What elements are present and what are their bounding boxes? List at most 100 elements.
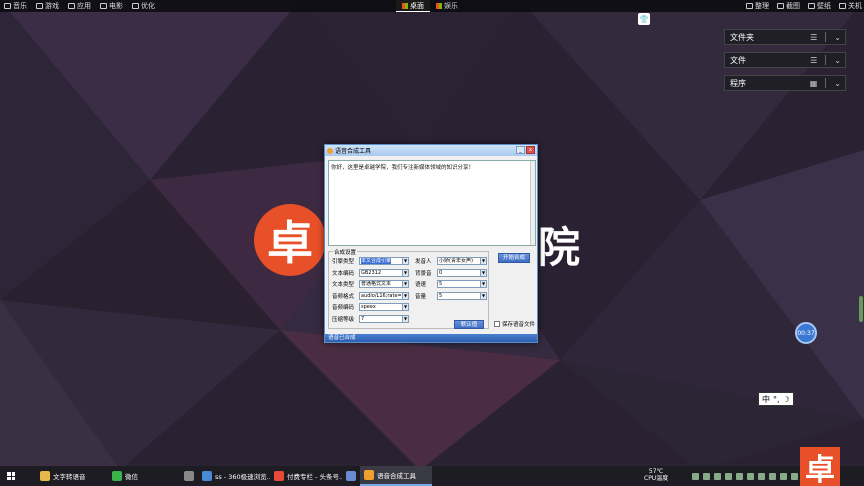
chevron-down-icon[interactable]: ▼ (480, 258, 486, 264)
topbar-item-1[interactable]: 游戏 (36, 1, 59, 11)
taskbar-item-4[interactable]: 付费专栏 - 头条号... (270, 466, 342, 486)
top-bar: 音乐 游戏 应用 电影 优化 桌面 娱乐 整理 截图 壁纸 关机 (0, 0, 864, 12)
select-1[interactable]: GB2312 ▼ (359, 268, 409, 277)
tray-icon[interactable] (791, 472, 798, 480)
tray-icon[interactable] (725, 472, 732, 480)
chevron-down-icon[interactable]: ▼ (480, 292, 486, 299)
fence-files[interactable]: 文件 ☰ ⌄ (724, 52, 846, 68)
ime-lang[interactable]: 中 (762, 394, 770, 405)
tray-icon[interactable] (736, 472, 743, 480)
ime-toolbar[interactable]: 中 °, ☽ (758, 392, 794, 406)
cpu-temp: 57℃ CPU温度 (644, 468, 668, 482)
minimize-button[interactable]: _ (516, 146, 525, 154)
tray-icon[interactable] (769, 472, 776, 480)
list-icon[interactable]: ☰ (810, 33, 817, 42)
default-button[interactable]: 默认值 (454, 320, 484, 329)
taskbar-item-2[interactable] (180, 466, 198, 486)
topbar-right-item-0[interactable]: 整理 (746, 1, 769, 11)
tray-icon[interactable] (692, 472, 699, 480)
app-icon (364, 470, 374, 480)
list-icon[interactable]: ☰ (810, 56, 817, 65)
side-handle[interactable] (859, 296, 863, 322)
topbar-item-2[interactable]: 应用 (68, 1, 91, 11)
chevron-down-icon[interactable]: ▼ (480, 269, 486, 276)
close-button[interactable]: x (526, 146, 535, 154)
select-4[interactable]: speex ▼ (359, 303, 409, 311)
select-5[interactable]: 7 ▼ (359, 314, 409, 323)
taskbar-item-3[interactable]: ss - 360极速浏览... (198, 466, 270, 486)
music-icon (4, 3, 11, 9)
topbar-item-4[interactable]: 优化 (132, 1, 155, 11)
select-right-0[interactable]: 小娇(青年女声) ▼ (437, 257, 487, 265)
tts-dialog: 语音合成工具 _ x 你好，这里是卓越学院，我们专注新媒体领域的知识分享！ 合成… (324, 144, 538, 343)
cpu-temp-value: 57℃ (648, 468, 664, 475)
chevron-down-icon[interactable]: ▼ (402, 315, 408, 322)
tray-icon[interactable] (747, 472, 754, 480)
app-icon (184, 471, 194, 481)
scrollbar[interactable] (530, 161, 535, 245)
chevron-down-icon[interactable]: ▼ (402, 269, 408, 276)
app-icon (346, 471, 356, 481)
select-right-2[interactable]: 5 ▼ (437, 280, 487, 288)
power-icon (839, 3, 846, 9)
topbar-right-item-3[interactable]: 关机 (839, 1, 862, 11)
taskbar-label: ss - 360极速浏览... (215, 473, 270, 481)
topbar-right-item-1[interactable]: 截图 (777, 1, 800, 11)
select-3[interactable]: audio/L16;rate= ▼ (359, 291, 409, 300)
chevron-down-icon[interactable]: ▼ (402, 292, 408, 299)
tab-icon (402, 2, 408, 9)
tray-icon[interactable] (758, 472, 765, 480)
fence-folders[interactable]: 文件夹 ☰ ⌄ (724, 29, 846, 45)
status-bar: 语音已合成 (325, 334, 537, 342)
select-2[interactable]: 普通格式文本 ▼ (359, 280, 409, 288)
chevron-down-icon[interactable]: ▼ (402, 304, 408, 310)
tshirt-icon[interactable]: 👕 (638, 13, 650, 25)
float-ball[interactable]: 00:37 (795, 322, 817, 344)
rocket-icon (132, 3, 139, 9)
moon-icon[interactable]: ☽ (783, 395, 790, 404)
chevron-down-icon[interactable]: ▼ (402, 258, 408, 264)
select-0[interactable]: 本文合成引擎 ▼ (359, 257, 409, 265)
topbar-item-label: 优化 (141, 2, 155, 10)
tray-icon[interactable] (780, 472, 787, 480)
taskbar-item-6[interactable]: 语音合成工具 (360, 466, 432, 486)
field-label: 音频格式 (332, 293, 355, 300)
topbar-item-0[interactable]: 音乐 (4, 1, 27, 11)
taskbar-item-1[interactable]: 微信 (108, 466, 180, 486)
app-icon (40, 471, 50, 481)
tab-0[interactable]: 桌面 (396, 0, 430, 12)
fence-programs[interactable]: 程序 ▦ ⌄ (724, 75, 846, 91)
topbar-right-label: 壁纸 (817, 2, 831, 10)
topbar-item-3[interactable]: 电影 (100, 1, 123, 11)
start-synthesis-button[interactable]: 开始合成 (498, 253, 530, 263)
windows-start-icon[interactable] (4, 469, 18, 483)
select-right-1[interactable]: 0 ▼ (437, 268, 487, 277)
fence-title: 文件夹 (730, 32, 754, 42)
select-value: 小娇(青年女声) (439, 258, 473, 264)
grid-icon[interactable]: ▦ (810, 79, 818, 88)
taskbar-item-0[interactable]: 文字转语音 (36, 466, 108, 486)
chevron-down-icon[interactable]: ⌄ (834, 33, 841, 42)
chevron-down-icon[interactable]: ▼ (402, 281, 408, 287)
save-audio-checkbox[interactable]: 保存语音文件 (494, 320, 535, 328)
dialog-titlebar[interactable]: 语音合成工具 _ x (325, 145, 537, 156)
fence-title: 文件 (730, 55, 746, 65)
field-label: 文本编码 (332, 270, 355, 277)
taskbar-item-5[interactable] (342, 466, 360, 486)
taskbar-label: 语音合成工具 (377, 472, 416, 480)
apps-icon (68, 3, 75, 9)
chevron-down-icon[interactable]: ⌄ (834, 79, 841, 88)
tab-1[interactable]: 娱乐 (430, 0, 464, 12)
chevron-down-icon[interactable]: ⌄ (834, 56, 841, 65)
select-right-3[interactable]: 5 ▼ (437, 291, 487, 300)
topbar-item-label: 音乐 (13, 2, 27, 10)
topbar-right-item-2[interactable]: 壁纸 (808, 1, 831, 11)
punctuation-icon[interactable]: °, (773, 395, 780, 404)
taskbar: 文字转语音 微信 ss - 360极速浏览... 付费专栏 - 头条号... 语音合成工… (0, 466, 864, 486)
tray-icon[interactable] (703, 472, 710, 480)
topbar-item-label: 游戏 (45, 2, 59, 10)
checkbox-box[interactable] (494, 321, 500, 327)
tray-icon[interactable] (714, 472, 721, 480)
text-input-area[interactable]: 你好，这里是卓越学院，我们专注新媒体领域的知识分享！ (328, 160, 536, 246)
chevron-down-icon[interactable]: ▼ (480, 281, 486, 287)
